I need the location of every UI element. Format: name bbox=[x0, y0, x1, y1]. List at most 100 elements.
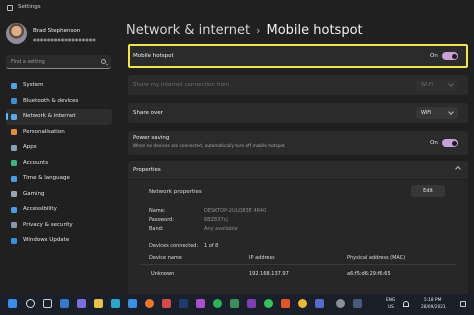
share-from-card: Share my Internet connection from Wi-Fi bbox=[128, 75, 468, 95]
properties-header[interactable]: Properties bbox=[128, 161, 468, 179]
band-key: Band: bbox=[149, 226, 164, 232]
column-header-mac: Physical address (MAC) bbox=[347, 255, 406, 261]
search-icon[interactable] bbox=[26, 299, 35, 308]
share-from-dropdown[interactable]: Wi-Fi bbox=[416, 79, 458, 91]
sidebar-item-gaming[interactable]: Gaming bbox=[6, 187, 112, 203]
breadcrumb-separator: › bbox=[256, 24, 261, 37]
sidebar-item-time-language[interactable]: Time & language bbox=[6, 171, 112, 187]
accessibility-icon bbox=[11, 206, 17, 213]
task-view-icon[interactable] bbox=[43, 299, 52, 308]
chevron-up-icon[interactable] bbox=[455, 166, 461, 172]
sidebar-item-label: System bbox=[23, 82, 44, 88]
sidebar-item-label: Windows Update bbox=[23, 237, 70, 243]
main-content: Network & internet › Mobile hotspot Mobile… bbox=[118, 16, 474, 294]
explorer-icon[interactable] bbox=[94, 299, 103, 308]
highlight-box bbox=[128, 44, 468, 68]
breadcrumb-parent[interactable]: Network & internet bbox=[126, 23, 250, 38]
band-value: Any available bbox=[204, 226, 238, 232]
photoshop-icon[interactable] bbox=[179, 299, 188, 308]
settings-icon[interactable] bbox=[336, 299, 345, 308]
sidebar-item-label: Bluetooth & devices bbox=[23, 97, 79, 104]
bluetooth-icon bbox=[11, 98, 17, 104]
share-over-dropdown[interactable]: WiFi bbox=[416, 107, 458, 119]
monitor-icon bbox=[11, 82, 17, 89]
whatsapp-icon[interactable] bbox=[264, 299, 273, 308]
name-value: DESKTOP-2ULQ83E 4640 bbox=[204, 208, 267, 214]
back-arrow-icon[interactable] bbox=[7, 5, 13, 11]
search-icon bbox=[101, 58, 106, 64]
sidebar-item-bluetooth[interactable]: Bluetooth & devices bbox=[6, 94, 112, 110]
share-from-label: Share my Internet connection from bbox=[133, 82, 230, 88]
devices-connected-label: Devices connected: bbox=[149, 243, 199, 249]
power-saving-label: Power saving bbox=[133, 135, 170, 141]
sidebar-item-system[interactable]: System bbox=[6, 78, 112, 94]
sidebar-item-accounts[interactable]: Accounts bbox=[6, 156, 112, 172]
spotify-icon[interactable] bbox=[213, 299, 222, 308]
brush-icon bbox=[11, 129, 17, 135]
firefox-icon[interactable] bbox=[145, 299, 154, 308]
start-icon[interactable] bbox=[8, 299, 17, 308]
network-properties-label: Network properties bbox=[149, 189, 202, 195]
language-indicator[interactable]: ENG bbox=[386, 298, 395, 303]
wifi-icon bbox=[11, 113, 17, 120]
region-indicator[interactable]: US bbox=[388, 305, 394, 310]
sidebar-item-label: Accessibility bbox=[23, 206, 57, 212]
store-icon[interactable] bbox=[128, 299, 137, 308]
chevron-down-icon bbox=[448, 81, 454, 87]
search-placeholder: Find a setting bbox=[11, 58, 45, 65]
power-saving-state: On bbox=[430, 140, 438, 146]
chrome-icon[interactable] bbox=[298, 299, 307, 308]
search-input[interactable]: Find a setting bbox=[6, 55, 111, 69]
sidebar-item-label: Time & language bbox=[23, 175, 70, 181]
settings-window: Settings Brad Stephenson ●●●●●●●●●●●●●●●… bbox=[0, 0, 474, 294]
edge-icon[interactable] bbox=[111, 299, 120, 308]
sidebar-item-privacy[interactable]: Privacy & security bbox=[6, 218, 112, 234]
mac-address-cell: a6:f5:d6:29:f6:65 bbox=[347, 271, 391, 277]
sidebar-item-label: Network & internet bbox=[23, 113, 76, 119]
wifi-icon[interactable] bbox=[403, 301, 409, 307]
sidebar-item-accessibility[interactable]: Accessibility bbox=[6, 202, 112, 218]
teams-icon[interactable] bbox=[196, 299, 205, 308]
power-saving-card: Power saving When no devices are connect… bbox=[128, 131, 468, 155]
person-icon bbox=[11, 160, 17, 166]
notification-icon[interactable] bbox=[460, 301, 466, 307]
sidebar-item-label: Personalisation bbox=[23, 128, 65, 135]
app-icon[interactable] bbox=[230, 299, 239, 308]
sidebar: Brad Stephenson ●●●●●●●●●●●●●●●●●● Find … bbox=[0, 16, 118, 294]
sidebar-item-label: Apps bbox=[23, 144, 37, 150]
gamepad-icon bbox=[11, 191, 17, 197]
properties-body: Network properties Edit Name: DESKTOP-2U… bbox=[128, 180, 468, 294]
brave-icon[interactable] bbox=[281, 299, 290, 308]
device-name-cell: Unknown bbox=[151, 271, 175, 277]
sidebar-item-network[interactable]: Network & internet bbox=[6, 109, 112, 125]
title-bar: Settings bbox=[0, 0, 474, 16]
chevron-down-icon bbox=[448, 109, 454, 115]
column-header-ip-address: IP address bbox=[249, 255, 275, 261]
edit-button[interactable]: Edit bbox=[411, 185, 445, 197]
share-over-value: WiFi bbox=[421, 110, 432, 116]
globe-clock-icon bbox=[11, 175, 17, 182]
apps-icon bbox=[11, 144, 17, 151]
clock-date[interactable]: 28/09/2021 bbox=[421, 305, 446, 310]
app-icon[interactable] bbox=[162, 299, 171, 308]
nav-list: System Bluetooth & devices Network & int… bbox=[6, 78, 112, 249]
chat-icon[interactable] bbox=[77, 299, 86, 308]
onenote-icon[interactable] bbox=[247, 299, 256, 308]
properties-title: Properties bbox=[133, 167, 161, 173]
sidebar-item-apps[interactable]: Apps bbox=[6, 140, 112, 156]
window-title: Settings bbox=[18, 4, 41, 10]
sidebar-item-personalisation[interactable]: Personalisation bbox=[6, 125, 112, 141]
power-saving-description: When no devices are connected, automatic… bbox=[133, 144, 285, 149]
sidebar-item-label: Privacy & security bbox=[23, 221, 73, 228]
power-saving-toggle[interactable] bbox=[442, 139, 458, 147]
page-title: Mobile hotspot bbox=[266, 23, 363, 38]
widgets-icon[interactable] bbox=[60, 299, 69, 308]
name-key: Name: bbox=[149, 208, 166, 214]
user-email: ●●●●●●●●●●●●●●●●●● bbox=[33, 37, 96, 42]
app-icon[interactable] bbox=[353, 299, 362, 308]
breadcrumb: Network & internet › Mobile hotspot bbox=[126, 23, 363, 38]
avatar[interactable] bbox=[6, 23, 27, 44]
clock-time[interactable]: 5:18 PM bbox=[424, 298, 441, 303]
sidebar-item-windows-update[interactable]: Windows Update bbox=[6, 233, 112, 249]
app-icon[interactable] bbox=[315, 299, 324, 308]
